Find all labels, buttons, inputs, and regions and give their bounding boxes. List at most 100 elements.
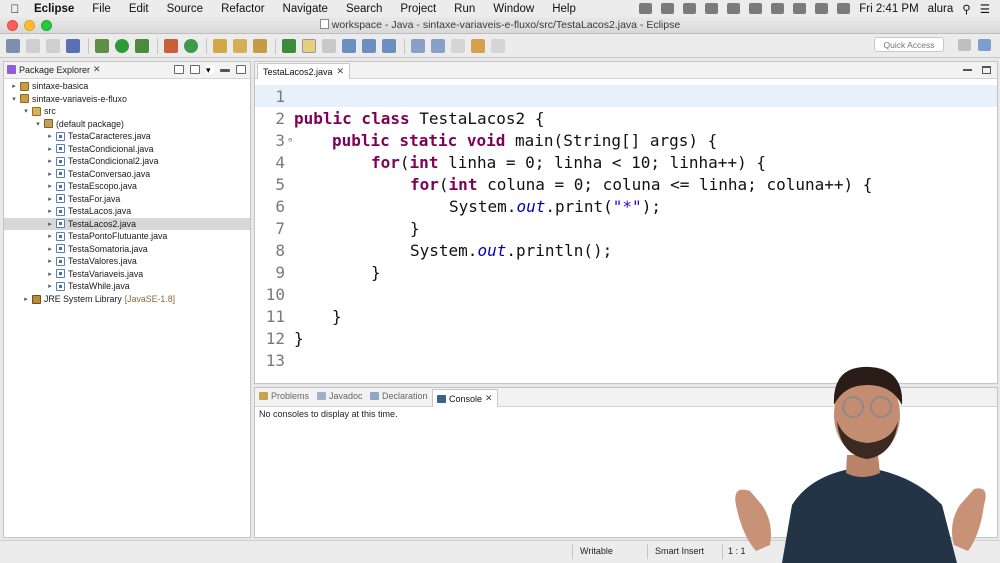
tree-file[interactable]: ▸ TestaCaracteres.java <box>4 130 250 143</box>
maximize-icon[interactable] <box>982 66 991 74</box>
tree-project[interactable]: ▸ sintaxe-basica <box>4 80 250 93</box>
menu-source[interactable]: Source <box>158 3 212 15</box>
eye-icon[interactable] <box>705 3 719 14</box>
new-class-icon[interactable] <box>184 38 198 53</box>
expand-icon[interactable]: ▸ <box>46 270 54 278</box>
code-line[interactable]: 12} <box>255 327 997 349</box>
code-line[interactable]: 2 public class TestaLacos2 { <box>255 107 997 129</box>
back-icon[interactable] <box>471 38 485 53</box>
tree-file[interactable]: ▸ TestaConversao.java <box>4 168 250 181</box>
tree-library[interactable]: ▸ JRE System Library [JavaSE-1.8] <box>4 293 250 306</box>
next-annotation-icon[interactable] <box>382 38 396 53</box>
menu-app-name[interactable]: Eclipse <box>30 3 83 15</box>
expand-icon[interactable]: ▸ <box>10 82 18 90</box>
open-perspective-icon[interactable] <box>958 39 971 51</box>
expand-icon[interactable]: ▸ <box>22 295 30 303</box>
menu-file[interactable]: File <box>83 3 120 15</box>
tree-file[interactable]: ▸ TestaFor.java <box>4 193 250 206</box>
expand-icon[interactable]: ▸ <box>46 170 54 178</box>
code-line[interactable]: 9} <box>255 261 997 283</box>
package-explorer-tab[interactable]: Package Explorer ✕ <box>7 64 101 75</box>
previous-edit-icon[interactable] <box>431 38 445 53</box>
expand-icon[interactable]: ▸ <box>46 132 54 140</box>
collapse-icon[interactable]: ▾ <box>22 107 30 115</box>
code-line[interactable]: 10 <box>255 283 997 305</box>
tab-problems[interactable]: Problems <box>259 391 309 401</box>
code-line[interactable]: 4 for(int linha = 0; linha < 10; linha++)… <box>255 151 997 173</box>
tab-console[interactable]: Console ✕ <box>432 389 498 407</box>
word-wrap-icon[interactable] <box>362 38 376 53</box>
tree-file[interactable]: ▸ TestaWhile.java <box>4 280 250 293</box>
expand-icon[interactable]: ▸ <box>46 157 54 165</box>
wifi-icon[interactable] <box>815 3 829 14</box>
tree-file[interactable]: ▸ TestaSomatoria.java <box>4 243 250 256</box>
editor-tab-active[interactable]: TestaLacos2.java ✕ <box>257 63 351 79</box>
minimize-icon[interactable] <box>220 69 230 72</box>
save-all-icon[interactable] <box>46 38 60 53</box>
menu-edit[interactable]: Edit <box>120 3 158 15</box>
view-menu-icon[interactable]: ▾ <box>206 65 214 75</box>
open-type-icon[interactable] <box>213 38 227 53</box>
expand-icon[interactable]: ▸ <box>46 282 54 290</box>
menu-user[interactable]: alura <box>928 3 954 15</box>
volume-icon[interactable] <box>793 3 807 14</box>
debug-skip-icon[interactable] <box>66 38 80 53</box>
menu-run[interactable]: Run <box>445 3 484 15</box>
code-line[interactable]: 5 for(int coluna = 0; coluna <= linha; co… <box>255 173 997 195</box>
show-whitespace-icon[interactable] <box>342 38 356 53</box>
code-line[interactable]: 13 <box>255 349 997 371</box>
app-status-icon[interactable] <box>639 3 653 14</box>
tree-package[interactable]: ▾ (default package) <box>4 118 250 131</box>
menu-search[interactable]: Search <box>337 3 391 15</box>
close-icon[interactable]: ✕ <box>337 66 345 77</box>
collapse-all-icon[interactable] <box>174 65 184 74</box>
code-line[interactable]: 8 System.out.println(); <box>255 239 997 261</box>
expand-icon[interactable]: ▸ <box>46 182 54 190</box>
collapse-icon[interactable]: ▾ <box>34 120 42 128</box>
close-icon[interactable]: ✕ <box>485 393 493 404</box>
new-java-project-icon[interactable] <box>164 38 178 53</box>
menu-navigate[interactable]: Navigate <box>274 3 337 15</box>
tree-project[interactable]: ▾ sintaxe-variaveis-e-fluxo <box>4 93 250 106</box>
tree-file[interactable]: ▸ TestaPontoFlutuante.java <box>4 230 250 243</box>
menu-clock[interactable]: Fri 2:41 PM <box>859 3 918 15</box>
expand-icon[interactable]: ▸ <box>46 220 54 228</box>
new-icon[interactable] <box>6 38 20 53</box>
collapse-icon[interactable]: ▾ <box>10 95 18 103</box>
apple-icon[interactable]:  <box>0 2 30 16</box>
tree-file[interactable]: ▸ TestaEscopo.java <box>4 180 250 193</box>
debug-icon[interactable] <box>95 38 109 53</box>
spotlight-search-icon[interactable]: ⚲ <box>962 2 970 16</box>
menu-help[interactable]: Help <box>543 3 585 15</box>
close-icon[interactable]: ✕ <box>93 64 101 75</box>
code-line[interactable]: 7} <box>255 217 997 239</box>
link-with-editor-icon[interactable] <box>190 65 200 74</box>
time-machine-icon[interactable] <box>749 3 763 14</box>
tree-file-selected[interactable]: ▸ TestaLacos2.java <box>4 217 250 230</box>
tab-declaration[interactable]: Declaration <box>370 391 428 401</box>
code-line[interactable]: 11} <box>255 305 997 327</box>
tree-file[interactable]: ▸ TestaCondicional.java <box>4 143 250 156</box>
code-line[interactable]: 6 System.out.print("*"); <box>255 195 997 217</box>
toggle-mark-occurrences-icon[interactable] <box>282 38 296 53</box>
search-tool-icon[interactable] <box>253 38 267 53</box>
java-perspective-icon[interactable] <box>978 39 991 51</box>
notification-center-icon[interactable]: ☰ <box>980 2 990 16</box>
tree-file[interactable]: ▸ TestaLacos.java <box>4 205 250 218</box>
expand-icon[interactable]: ▸ <box>46 207 54 215</box>
expand-icon[interactable]: ▸ <box>46 245 54 253</box>
run-icon[interactable] <box>115 38 129 53</box>
quick-access-input[interactable] <box>874 37 944 52</box>
sync-icon[interactable] <box>727 3 741 14</box>
highlight-icon[interactable] <box>302 38 316 53</box>
tree-source-folder[interactable]: ▾ src <box>4 105 250 118</box>
tree-file[interactable]: ▸ TestaCondicional2.java <box>4 155 250 168</box>
expand-icon[interactable]: ▸ <box>46 232 54 240</box>
last-edit-icon[interactable] <box>451 38 465 53</box>
save-icon[interactable] <box>26 38 40 53</box>
tab-javadoc[interactable]: Javadoc <box>317 391 363 401</box>
expand-icon[interactable]: ▸ <box>46 257 54 265</box>
flag-icon[interactable] <box>837 3 851 14</box>
coverage-icon[interactable] <box>135 38 149 53</box>
open-resource-icon[interactable] <box>233 38 247 53</box>
